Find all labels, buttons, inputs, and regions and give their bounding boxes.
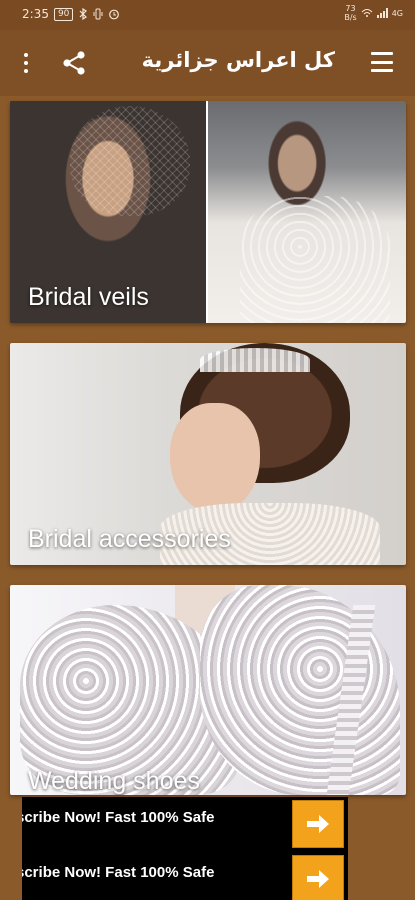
category-card-bridal-accessories[interactable]: Bridal accessories [10,343,406,565]
wifi-calling-icon [361,9,373,17]
ad-banner[interactable]: scribe Now! Fast 100% Safe scribe Now! F… [22,797,348,900]
card-label: Bridal accessories [28,525,231,553]
network-speed: 73 B/s [344,4,357,22]
alarm-icon [109,9,120,20]
tiara-image [200,348,310,372]
menu-icon[interactable] [371,52,393,72]
vibrate-icon [93,8,103,20]
lace-dress-image [240,196,390,323]
status-right: 73 B/s 4G [344,4,403,22]
ad-arrow-button[interactable] [292,800,344,848]
app-title: كل اعراس جزائرية [141,48,335,72]
battery-indicator: 90 [53,7,74,21]
card-label: Wedding shoes [28,767,200,795]
more-vert-icon[interactable] [18,50,34,76]
ad-text: scribe Now! Fast 100% Safe [22,809,215,826]
status-left: 2:35 90 [22,7,120,21]
card-label: Bridal veils [28,283,149,311]
arrow-right-icon [307,815,329,833]
signal-strength-icon [376,8,388,18]
status-bar: 2:35 90 73 B/s 4G [0,0,415,30]
bluetooth-icon [79,8,88,20]
birdcage-veil-image [70,106,190,216]
share-icon[interactable] [60,50,88,76]
clock: 2:35 [22,7,49,21]
arrow-right-icon [307,870,329,888]
bride-face-image [170,403,260,513]
ad-arrow-button[interactable] [292,855,344,900]
network-type: 4G [391,8,403,18]
ad-text: scribe Now! Fast 100% Safe [22,864,215,881]
ad-row[interactable]: scribe Now! Fast 100% Safe [22,852,348,900]
app-bar: كل اعراس جزائرية [0,30,415,96]
category-card-wedding-shoes[interactable]: Wedding shoes [10,585,406,795]
category-card-bridal-veils[interactable]: Bridal veils [10,101,406,323]
ad-row[interactable]: scribe Now! Fast 100% Safe [22,797,348,848]
